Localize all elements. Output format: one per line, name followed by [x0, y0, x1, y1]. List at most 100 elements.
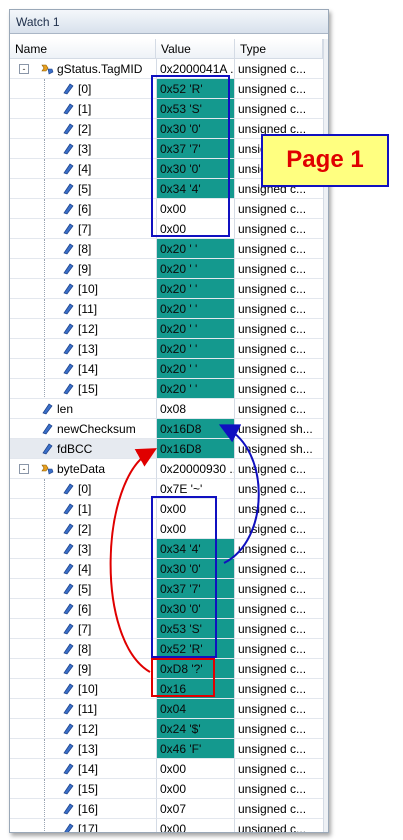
- value-cell[interactable]: 0x7E '~': [156, 479, 235, 499]
- value-cell[interactable]: 0x2000041A ...: [156, 59, 235, 79]
- name-cell[interactable]: [5]: [10, 579, 156, 599]
- value-cell[interactable]: 0x07: [156, 799, 235, 819]
- watch-row[interactable]: [16] 0x07 unsigned c...: [10, 799, 323, 819]
- value-cell[interactable]: 0x53 'S': [156, 619, 235, 639]
- name-cell[interactable]: [13]: [10, 339, 156, 359]
- name-cell[interactable]: [15]: [10, 779, 156, 799]
- value-cell[interactable]: 0x00: [156, 519, 235, 539]
- column-header-name[interactable]: Name: [10, 39, 156, 59]
- watch-row[interactable]: [12] 0x24 '$' unsigned c...: [10, 719, 323, 739]
- value-cell[interactable]: 0x46 'F': [156, 739, 235, 759]
- value-cell[interactable]: 0x30 '0': [156, 559, 235, 579]
- name-cell[interactable]: len: [10, 399, 156, 419]
- watch-row[interactable]: [5] 0x37 '7' unsigned c...: [10, 579, 323, 599]
- name-cell[interactable]: - byteData: [10, 459, 156, 479]
- value-cell[interactable]: 0x20 ' ': [156, 299, 235, 319]
- watch-row[interactable]: [13] 0x46 'F' unsigned c...: [10, 739, 323, 759]
- value-cell[interactable]: 0x52 'R': [156, 639, 235, 659]
- name-cell[interactable]: - gStatus.TagMID: [10, 59, 156, 79]
- value-cell[interactable]: 0x52 'R': [156, 79, 235, 99]
- watch-row[interactable]: [12] 0x20 ' ' unsigned c...: [10, 319, 323, 339]
- name-cell[interactable]: [10]: [10, 279, 156, 299]
- name-cell[interactable]: [8]: [10, 239, 156, 259]
- name-cell[interactable]: [2]: [10, 119, 156, 139]
- watch-row[interactable]: [9] 0xD8 '?' unsigned c...: [10, 659, 323, 679]
- name-cell[interactable]: fdBCC: [10, 439, 156, 459]
- value-cell[interactable]: 0x53 'S': [156, 99, 235, 119]
- name-cell[interactable]: [4]: [10, 159, 156, 179]
- watch-row[interactable]: [0] 0x7E '~' unsigned c...: [10, 479, 323, 499]
- name-cell[interactable]: [3]: [10, 539, 156, 559]
- value-cell[interactable]: 0x08: [156, 399, 235, 419]
- value-cell[interactable]: 0x00: [156, 199, 235, 219]
- watch-row[interactable]: [2] 0x00 unsigned c...: [10, 519, 323, 539]
- name-cell[interactable]: [14]: [10, 359, 156, 379]
- watch-row[interactable]: [13] 0x20 ' ' unsigned c...: [10, 339, 323, 359]
- name-cell[interactable]: [15]: [10, 379, 156, 399]
- value-cell[interactable]: 0x04: [156, 699, 235, 719]
- watch-row[interactable]: len 0x08 unsigned c...: [10, 399, 323, 419]
- name-cell[interactable]: [11]: [10, 699, 156, 719]
- name-cell[interactable]: [10]: [10, 679, 156, 699]
- watch-row[interactable]: - byteData 0x20000930 ... unsigned c...: [10, 459, 323, 479]
- name-cell[interactable]: [12]: [10, 719, 156, 739]
- name-cell[interactable]: [1]: [10, 499, 156, 519]
- name-cell[interactable]: [3]: [10, 139, 156, 159]
- watch-row[interactable]: [6] 0x30 '0' unsigned c...: [10, 599, 323, 619]
- watch-row[interactable]: [4] 0x30 '0'unsigned c...: [10, 559, 323, 579]
- watch-row[interactable]: [9] 0x20 ' ' unsigned c...: [10, 259, 323, 279]
- value-cell[interactable]: 0x20 ' ': [156, 279, 235, 299]
- name-cell[interactable]: [7]: [10, 219, 156, 239]
- value-cell[interactable]: 0x37 '7': [156, 579, 235, 599]
- watch-row[interactable]: [1] 0x00 unsigned c...: [10, 499, 323, 519]
- name-cell[interactable]: [0]: [10, 79, 156, 99]
- value-cell[interactable]: 0x37 '7': [156, 139, 235, 159]
- name-cell[interactable]: [6]: [10, 599, 156, 619]
- value-cell[interactable]: 0x20 ' ': [156, 359, 235, 379]
- value-cell[interactable]: 0x30 '0': [156, 159, 235, 179]
- watch-row[interactable]: [11] 0x20 ' ' unsigned c...: [10, 299, 323, 319]
- collapse-toggle-icon[interactable]: -: [19, 464, 29, 474]
- name-cell[interactable]: newChecksum: [10, 419, 156, 439]
- watch-row[interactable]: [17] 0x00 unsigned c...: [10, 819, 323, 832]
- value-cell[interactable]: 0x00: [156, 759, 235, 779]
- watch-row[interactable]: [10] 0x20 ' ' unsigned c...: [10, 279, 323, 299]
- value-cell[interactable]: 0x20 ' ': [156, 379, 235, 399]
- name-cell[interactable]: [13]: [10, 739, 156, 759]
- value-cell[interactable]: 0xD8 '?': [156, 659, 235, 679]
- watch-row[interactable]: [11] 0x04 unsigned c...: [10, 699, 323, 719]
- value-cell[interactable]: 0x00: [156, 779, 235, 799]
- value-cell[interactable]: 0x30 '0': [156, 599, 235, 619]
- value-cell[interactable]: 0x20 ' ': [156, 319, 235, 339]
- name-cell[interactable]: [17]: [10, 819, 156, 832]
- column-header-type[interactable]: Type: [235, 39, 323, 59]
- name-cell[interactable]: [2]: [10, 519, 156, 539]
- name-cell[interactable]: [11]: [10, 299, 156, 319]
- name-cell[interactable]: [0]: [10, 479, 156, 499]
- value-cell[interactable]: 0x20000930 ...: [156, 459, 235, 479]
- value-cell[interactable]: 0x00: [156, 499, 235, 519]
- watch-row[interactable]: newChecksum 0x16D8 unsigned sh...: [10, 419, 323, 439]
- watch-row[interactable]: - gStatus.TagMID 0x2000041A ... unsigned c.…: [10, 59, 323, 79]
- watch-row[interactable]: [6] 0x00 unsigned c...: [10, 199, 323, 219]
- value-cell[interactable]: 0x16D8: [156, 439, 235, 459]
- watch-row[interactable]: fdBCC 0x16D8 unsigned sh...: [10, 439, 323, 459]
- name-cell[interactable]: [8]: [10, 639, 156, 659]
- watch-row[interactable]: [3] 0x34 '4' unsigned c...: [10, 539, 323, 559]
- column-header-value[interactable]: Value: [156, 39, 235, 59]
- watch-row[interactable]: [8] 0x20 ' ' unsigned c...: [10, 239, 323, 259]
- watch-row[interactable]: [0] 0x52 'R' unsigned c...: [10, 79, 323, 99]
- name-cell[interactable]: [1]: [10, 99, 156, 119]
- name-cell[interactable]: [5]: [10, 179, 156, 199]
- name-cell[interactable]: [9]: [10, 659, 156, 679]
- watch-row[interactable]: [1] 0x53 'S' unsigned c...: [10, 99, 323, 119]
- value-cell[interactable]: 0x16: [156, 679, 235, 699]
- watch-row[interactable]: [8] 0x52 'R' unsigned c...: [10, 639, 323, 659]
- value-cell[interactable]: 0x16D8: [156, 419, 235, 439]
- name-cell[interactable]: [6]: [10, 199, 156, 219]
- name-cell[interactable]: [16]: [10, 799, 156, 819]
- name-cell[interactable]: [14]: [10, 759, 156, 779]
- name-cell[interactable]: [12]: [10, 319, 156, 339]
- name-cell[interactable]: [7]: [10, 619, 156, 639]
- watch-row[interactable]: [7] 0x53 'S' unsigned c...: [10, 619, 323, 639]
